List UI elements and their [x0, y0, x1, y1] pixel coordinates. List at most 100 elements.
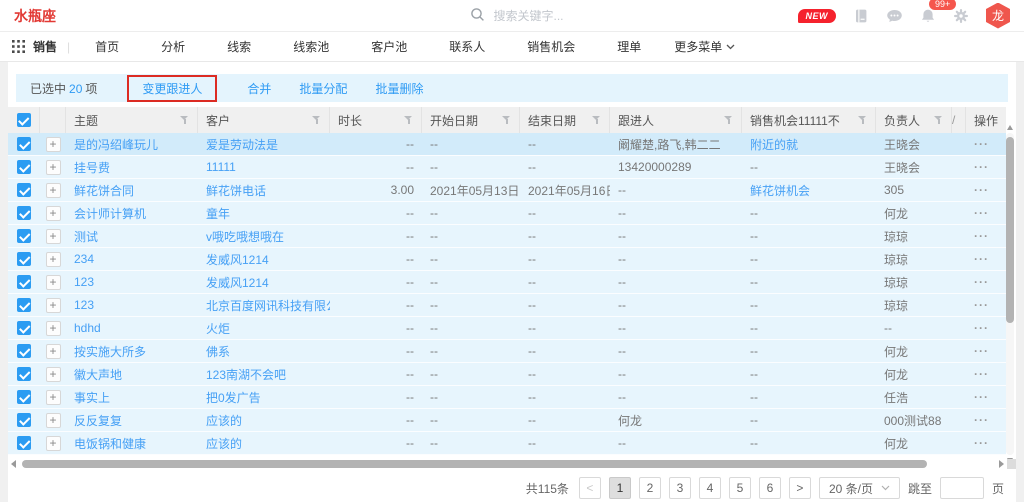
topic-link[interactable]: 鲜花饼合同 [74, 184, 134, 198]
nav-item-7[interactable]: 理单 [596, 40, 662, 54]
bell-icon[interactable]: 99+ [920, 8, 936, 24]
nav-item-1[interactable]: 分析 [140, 40, 206, 54]
customer-link[interactable]: 北京百度网讯科技有限公司 [206, 299, 330, 313]
row-actions-button[interactable]: ··· [974, 252, 989, 266]
row-checkbox[interactable] [17, 436, 31, 450]
expand-row-button[interactable]: + [46, 390, 61, 405]
toolbar-action-2[interactable]: 批量分配 [299, 80, 347, 97]
notebook-icon[interactable] [853, 8, 869, 24]
row-actions-button[interactable]: ··· [974, 344, 989, 358]
app-grid-icon[interactable] [12, 40, 25, 53]
page-jump-input[interactable] [940, 477, 984, 499]
topic-link[interactable]: 电饭锅和健康 [74, 437, 146, 451]
topic-link[interactable]: 123 [74, 298, 94, 312]
chat-icon[interactable] [886, 8, 903, 24]
row-actions-button[interactable]: ··· [974, 367, 989, 381]
row-checkbox[interactable] [17, 252, 31, 266]
filter-icon[interactable] [404, 115, 413, 125]
expand-row-button[interactable]: + [46, 367, 61, 382]
expand-row-button[interactable]: + [46, 413, 61, 428]
customer-link[interactable]: 123南湖不会吧 [206, 368, 286, 382]
row-actions-button[interactable]: ··· [974, 275, 989, 289]
avatar[interactable]: 龙 [986, 3, 1010, 29]
row-actions-button[interactable]: ··· [974, 160, 989, 174]
row-checkbox[interactable] [17, 229, 31, 243]
nav-item-4[interactable]: 客户池 [350, 40, 428, 54]
scroll-right-arrow-icon[interactable] [999, 460, 1004, 468]
row-checkbox[interactable] [17, 183, 31, 197]
nav-item-0[interactable]: 首页 [74, 40, 140, 54]
row-checkbox[interactable] [17, 367, 31, 381]
horizontal-scrollbar-thumb[interactable] [22, 460, 927, 468]
topic-link[interactable]: 挂号费 [74, 161, 110, 175]
filter-icon[interactable] [858, 115, 867, 125]
topic-link[interactable]: hdhd [74, 321, 101, 335]
row-actions-button[interactable]: ··· [974, 436, 989, 450]
row-actions-button[interactable]: ··· [974, 390, 989, 404]
row-checkbox[interactable] [17, 390, 31, 404]
expand-row-button[interactable]: + [46, 321, 61, 336]
settings-gear-icon[interactable] [953, 8, 969, 24]
expand-row-button[interactable]: + [46, 275, 61, 290]
vertical-scrollbar[interactable] [1006, 133, 1014, 455]
module-name[interactable]: 销售 [33, 38, 57, 55]
row-actions-button[interactable]: ··· [974, 206, 989, 220]
filter-icon[interactable] [934, 115, 943, 125]
expand-row-button[interactable]: + [46, 298, 61, 313]
toolbar-action-1[interactable]: 合并 [247, 80, 271, 97]
topic-link[interactable]: 测试 [74, 230, 98, 244]
customer-link[interactable]: 应该的 [206, 437, 242, 451]
toolbar-action-0[interactable]: 变更跟进人 [127, 75, 217, 102]
vertical-scrollbar-thumb[interactable] [1006, 137, 1014, 323]
horizontal-scrollbar[interactable] [8, 459, 1016, 469]
next-page-button[interactable]: > [789, 477, 811, 499]
nav-item-6[interactable]: 销售机会 [506, 40, 596, 54]
scroll-up-arrow-icon[interactable] [1007, 125, 1013, 130]
row-checkbox[interactable] [17, 321, 31, 335]
select-all-checkbox[interactable] [17, 113, 31, 127]
filter-icon[interactable] [312, 115, 321, 125]
toolbar-action-3[interactable]: 批量删除 [375, 80, 423, 97]
customer-link[interactable]: 佛系 [206, 345, 230, 359]
expand-row-button[interactable]: + [46, 183, 61, 198]
row-actions-button[interactable]: ··· [974, 137, 989, 151]
topic-link[interactable]: 按实施大所多 [74, 345, 146, 359]
search-input[interactable] [492, 8, 656, 24]
customer-link[interactable]: 发威风1214 [206, 253, 269, 267]
row-actions-button[interactable]: ··· [974, 229, 989, 243]
filter-icon[interactable] [502, 115, 511, 125]
row-actions-button[interactable]: ··· [974, 321, 989, 335]
row-checkbox[interactable] [17, 206, 31, 220]
page-button-1[interactable]: 1 [609, 477, 631, 499]
global-search[interactable] [470, 7, 680, 25]
customer-link[interactable]: 童年 [206, 207, 230, 221]
customer-link[interactable]: v哦吃哦想哦在 [206, 230, 284, 244]
expand-row-button[interactable]: + [46, 344, 61, 359]
filter-icon[interactable] [724, 115, 733, 125]
topic-link[interactable]: 234 [74, 252, 94, 266]
nav-item-5[interactable]: 联系人 [428, 40, 506, 54]
page-button-5[interactable]: 5 [729, 477, 751, 499]
topic-link[interactable]: 徽大声地 [74, 368, 122, 382]
row-actions-button[interactable]: ··· [974, 183, 989, 197]
topic-link[interactable]: 反反复复 [74, 414, 122, 428]
customer-link[interactable]: 把0发广告 [206, 391, 261, 405]
nav-item-3[interactable]: 线索池 [272, 40, 350, 54]
opportunity-link[interactable]: 附近的就 [750, 138, 798, 152]
row-checkbox[interactable] [17, 137, 31, 151]
row-checkbox[interactable] [17, 298, 31, 312]
opportunity-link[interactable]: 鲜花饼机会 [750, 184, 810, 198]
expand-row-button[interactable]: + [46, 229, 61, 244]
page-button-3[interactable]: 3 [669, 477, 691, 499]
nav-more-menu[interactable]: 更多菜单 [662, 38, 747, 55]
topic-link[interactable]: 会计师计算机 [74, 207, 146, 221]
topic-link[interactable]: 是的冯绍峰玩儿 [74, 138, 158, 152]
customer-link[interactable]: 应该的 [206, 414, 242, 428]
topic-link[interactable]: 事实上 [74, 391, 110, 405]
page-button-6[interactable]: 6 [759, 477, 781, 499]
expand-row-button[interactable]: + [46, 137, 61, 152]
expand-row-button[interactable]: + [46, 206, 61, 221]
customer-link[interactable]: 鲜花饼电话 [206, 184, 266, 198]
expand-row-button[interactable]: + [46, 160, 61, 175]
expand-row-button[interactable]: + [46, 436, 61, 451]
